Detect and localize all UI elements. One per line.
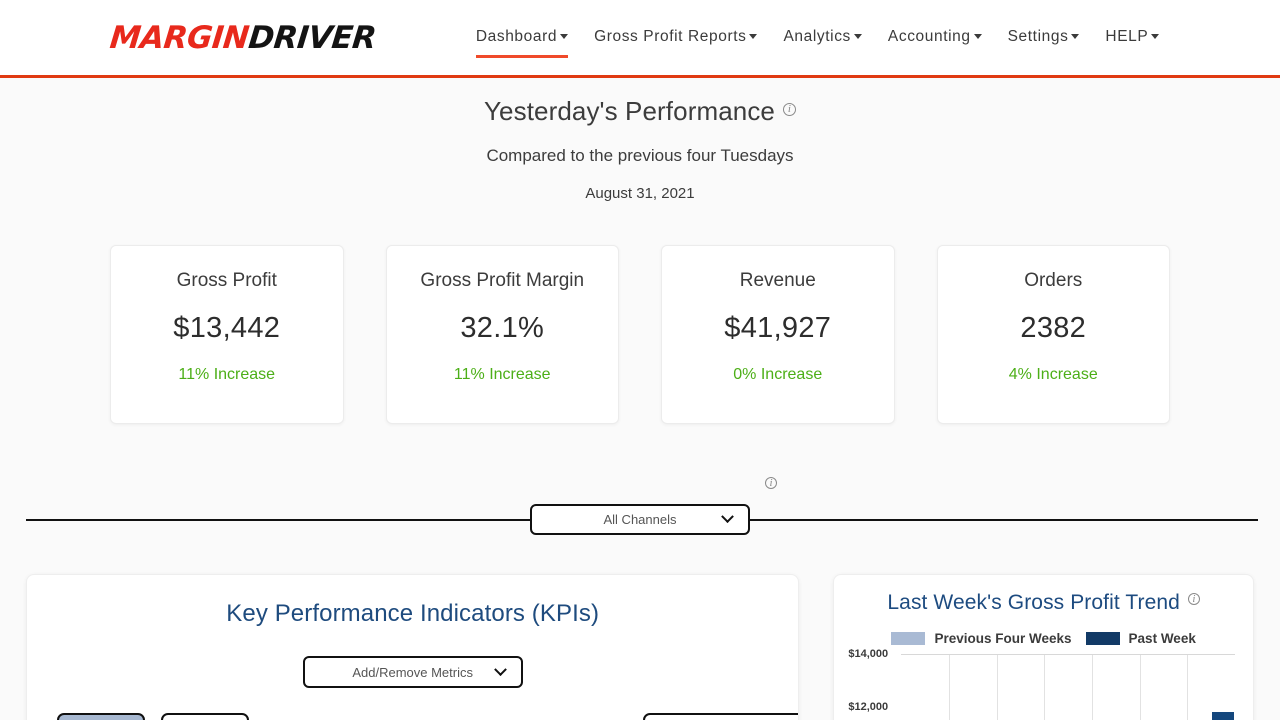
chevron-down-icon xyxy=(1151,33,1160,39)
performance-summary-header: Yesterday's Performance Compared to the … xyxy=(0,78,1280,202)
brand-logo-part1: MARGIN xyxy=(108,19,251,56)
chevron-down-icon xyxy=(749,33,758,39)
kpi-panel-body xyxy=(27,713,799,720)
nav-item-settings[interactable]: Settings xyxy=(1008,28,1080,48)
chart-bar-group xyxy=(1187,655,1235,720)
kpi-panel-title: Key Performance Indicators (KPIs) xyxy=(226,600,600,627)
stat-value: $13,442 xyxy=(173,312,281,344)
info-icon[interactable] xyxy=(765,476,777,491)
nav-item-accounting-label: Accounting xyxy=(887,27,971,45)
stat-card-orders: Orders 2382 4% Increase xyxy=(936,245,1170,424)
channel-filter-info-wrap xyxy=(757,476,777,498)
brand-logo[interactable]: MARGINDRIVER xyxy=(108,20,378,56)
nav-item-gross-profit-reports-label: Gross Profit Reports xyxy=(594,27,747,45)
chart-bar-group xyxy=(997,655,1045,720)
nav-item-dashboard[interactable]: Dashboard xyxy=(475,27,569,58)
chart-bar-group xyxy=(1044,655,1092,720)
chart-bar xyxy=(1211,711,1234,720)
trend-panel-title: Last Week's Gross Profit Trend xyxy=(848,591,1239,615)
chart-bar-group xyxy=(1092,655,1140,720)
add-remove-metrics-select[interactable]: Add/Remove Metrics xyxy=(302,656,523,688)
channel-filter-value: All Channels xyxy=(603,512,677,527)
nav-item-dashboard-label: Dashboard xyxy=(475,27,558,45)
page-subtitle: Compared to the previous four Tuesdays xyxy=(486,146,794,165)
nav-item-help[interactable]: HELP xyxy=(1105,27,1160,48)
stat-label: Gross Profit xyxy=(176,270,277,291)
stat-delta: 0% Increase xyxy=(733,366,823,383)
stat-card-gross-profit-margin: Gross Profit Margin 32.1% 11% Increase xyxy=(385,245,619,424)
app-header: MARGINDRIVER Dashboard Gross Profit Repo… xyxy=(0,0,1280,78)
nav-item-analytics-label: Analytics xyxy=(783,27,851,45)
page-date: August 31, 2021 xyxy=(585,185,695,202)
chart-plot-area xyxy=(901,654,1235,720)
stat-value: $41,927 xyxy=(724,312,832,344)
channel-filter-section: All Channels xyxy=(0,476,1280,535)
stat-card-gross-profit: Gross Profit $13,442 11% Increase xyxy=(110,245,344,424)
legend-swatch-icon xyxy=(891,632,926,645)
nav-item-gross-profit-reports[interactable]: Gross Profit Reports xyxy=(594,27,758,48)
chevron-down-icon xyxy=(853,33,862,39)
legend-item-past-week: Past Week xyxy=(1085,631,1196,646)
stat-card-revenue: Revenue $41,927 0% Increase xyxy=(661,245,895,424)
stat-label: Orders xyxy=(1024,270,1083,291)
gross-profit-trend-chart: $14,000 $12,000 xyxy=(848,648,1239,720)
nav-item-analytics[interactable]: Analytics xyxy=(783,27,862,48)
y-axis-tick-label: $12,000 xyxy=(848,701,889,713)
brand-logo-part2: DRIVER xyxy=(246,19,378,56)
legend-label: Past Week xyxy=(1128,631,1196,646)
stat-delta: 11% Increase xyxy=(453,366,551,383)
info-icon[interactable] xyxy=(1187,592,1200,607)
stat-label: Revenue xyxy=(739,270,816,291)
chart-bar-group xyxy=(901,655,949,720)
stat-delta: 11% Increase xyxy=(178,366,276,383)
gross-profit-trend-panel: Last Week's Gross Profit Trend Previous … xyxy=(833,574,1254,720)
dashboard-panels: Key Performance Indicators (KPIs) Add/Re… xyxy=(0,574,1280,720)
kpi-summary-cards: Gross Profit $13,442 11% Increase Gross … xyxy=(0,245,1280,424)
page-title: Yesterday's Performance xyxy=(0,96,1280,127)
nav-item-help-label: HELP xyxy=(1105,27,1149,45)
chevron-down-icon xyxy=(1071,33,1080,39)
kpi-toggle-button-primary[interactable] xyxy=(57,713,145,720)
chevron-down-icon xyxy=(493,662,507,676)
legend-label: Previous Four Weeks xyxy=(934,631,1072,646)
stat-value: 2382 xyxy=(1020,312,1087,344)
y-axis-tick-label: $14,000 xyxy=(848,648,889,660)
info-icon[interactable] xyxy=(783,102,796,117)
chart-bar-group xyxy=(1140,655,1188,720)
nav-item-settings-label: Settings xyxy=(1007,27,1069,45)
stat-delta: 4% Increase xyxy=(1008,366,1098,383)
chevron-down-icon xyxy=(721,510,734,524)
page-title-text: Yesterday's Performance xyxy=(483,96,775,126)
channel-filter-select[interactable]: All Channels xyxy=(530,504,750,535)
chevron-down-icon xyxy=(560,33,569,39)
legend-swatch-icon xyxy=(1085,632,1120,645)
kpi-toggle-group xyxy=(27,713,799,720)
stat-label: Gross Profit Margin xyxy=(420,270,585,291)
kpi-toggle-button-secondary[interactable] xyxy=(161,713,249,720)
trend-panel-title-text: Last Week's Gross Profit Trend xyxy=(887,591,1180,614)
kpi-range-select[interactable] xyxy=(643,713,799,720)
chart-legend: Previous Four Weeks Past Week xyxy=(848,631,1239,646)
nav-item-accounting[interactable]: Accounting xyxy=(888,28,982,48)
main-navigation: Dashboard Gross Profit Reports Analytics… xyxy=(475,27,1160,58)
add-remove-metrics-label: Add/Remove Metrics xyxy=(352,664,473,680)
stat-value: 32.1% xyxy=(460,312,545,344)
chevron-down-icon xyxy=(973,33,982,39)
legend-item-previous-four-weeks: Previous Four Weeks xyxy=(891,631,1072,646)
kpi-panel: Key Performance Indicators (KPIs) Add/Re… xyxy=(26,574,800,720)
chart-bar-group xyxy=(949,655,997,720)
